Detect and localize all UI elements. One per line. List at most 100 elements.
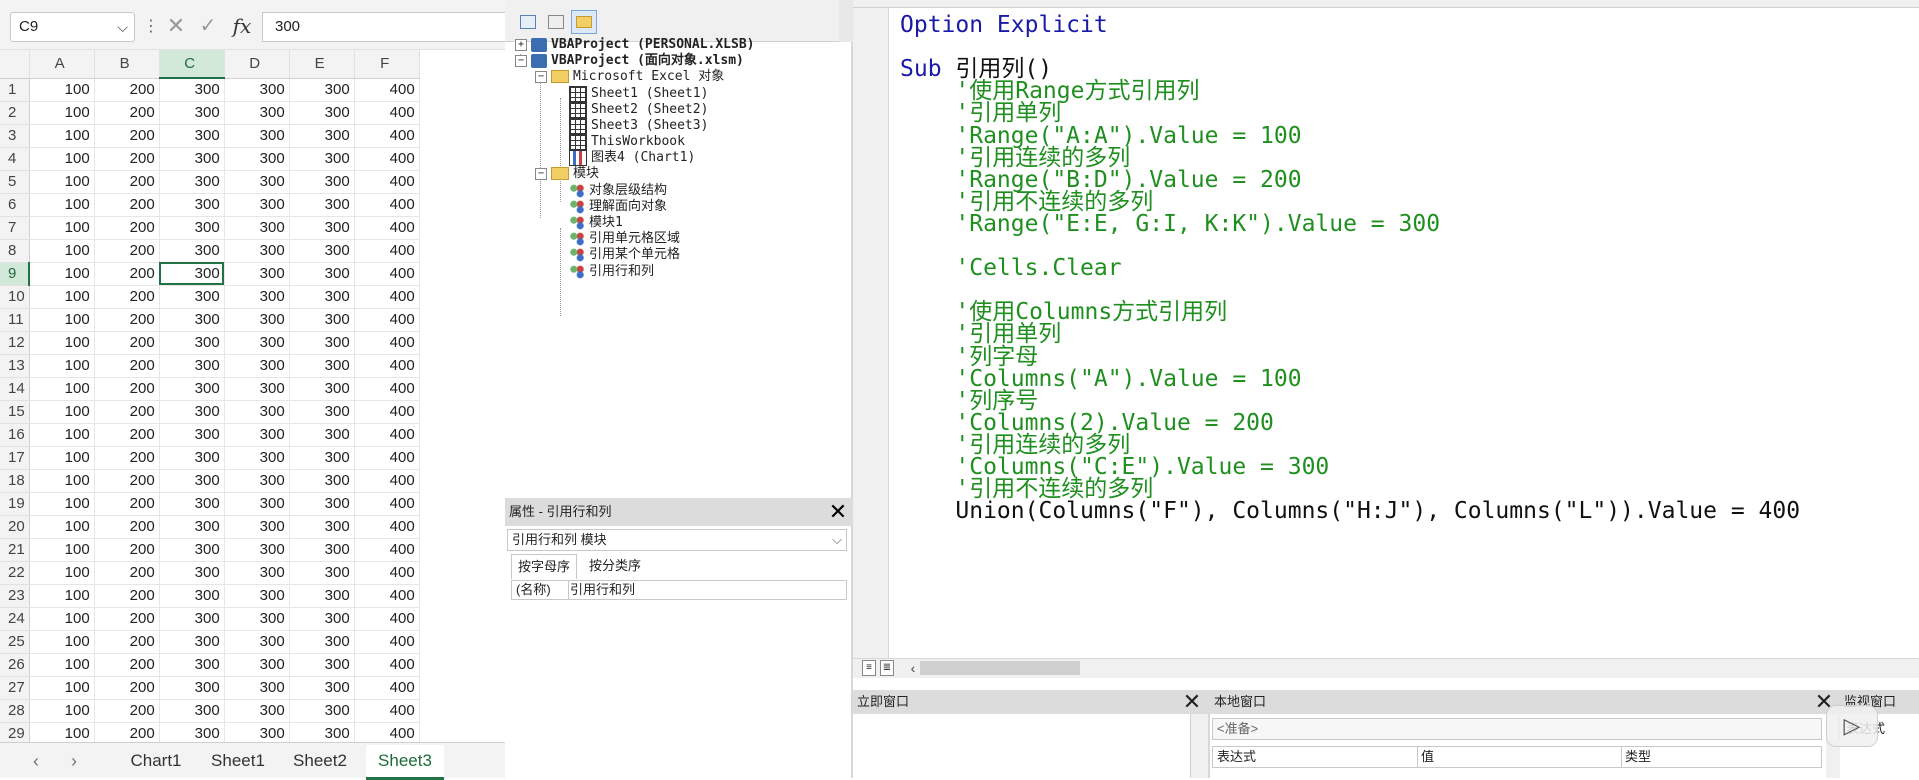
cell[interactable]: 300	[224, 124, 290, 148]
cell[interactable]: 100	[29, 446, 95, 470]
cell[interactable]: 200	[94, 400, 160, 424]
cell[interactable]: 100	[29, 676, 95, 700]
cell[interactable]: 300	[224, 446, 290, 470]
cell[interactable]: 400	[354, 147, 420, 171]
cell[interactable]: 100	[29, 308, 95, 332]
cell[interactable]: 100	[29, 262, 95, 286]
cell[interactable]: 200	[94, 239, 160, 263]
code-line[interactable]: Option Explicit	[900, 12, 1108, 39]
tab-alphabetic[interactable]: 按字母序	[511, 554, 578, 579]
row-header[interactable]: 26	[0, 653, 30, 677]
cell[interactable]: 300	[224, 193, 290, 217]
cell[interactable]: 100	[29, 124, 95, 148]
toggle-folders-icon[interactable]	[571, 10, 597, 34]
row-header[interactable]: 4	[0, 147, 30, 171]
cell[interactable]: 300	[159, 78, 225, 102]
locals-col-expression[interactable]: 表达式	[1213, 747, 1418, 767]
cell[interactable]: 100	[29, 400, 95, 424]
procedure-view-icon[interactable]: ≡	[862, 660, 876, 676]
cell[interactable]: 200	[94, 515, 160, 539]
cell[interactable]: 300	[224, 699, 290, 723]
cell[interactable]: 300	[224, 722, 290, 742]
row-header[interactable]: 17	[0, 446, 30, 470]
cell[interactable]: 300	[289, 630, 355, 654]
cell[interactable]: 200	[94, 676, 160, 700]
cell[interactable]: 200	[94, 446, 160, 470]
cell[interactable]: 200	[94, 561, 160, 585]
column-header[interactable]: B	[94, 50, 160, 79]
cell[interactable]: 300	[224, 423, 290, 447]
scroll-thumb[interactable]	[920, 661, 1080, 675]
cell[interactable]: 100	[29, 331, 95, 355]
insert-function-icon[interactable]: fx	[227, 10, 257, 42]
select-all-corner[interactable]	[0, 50, 30, 79]
cell[interactable]: 300	[224, 331, 290, 355]
sheet-tab-sheet3[interactable]: Sheet3	[366, 745, 444, 780]
code-margin[interactable]	[853, 8, 889, 658]
formula-input[interactable]: 300	[262, 12, 505, 42]
property-name-value[interactable]: 引用行和列	[570, 581, 635, 599]
cell[interactable]: 300	[289, 193, 355, 217]
view-code-icon[interactable]	[515, 10, 541, 34]
cell[interactable]: 400	[354, 561, 420, 585]
cell[interactable]: 100	[29, 354, 95, 378]
cell[interactable]: 300	[289, 561, 355, 585]
cell[interactable]: 300	[224, 101, 290, 125]
tab-categorized[interactable]: 按分类序	[583, 554, 647, 578]
cell[interactable]: 300	[159, 538, 225, 562]
cell[interactable]: 400	[354, 538, 420, 562]
collapse-icon[interactable]: −	[535, 70, 547, 83]
cell[interactable]: 300	[159, 331, 225, 355]
row-header[interactable]: 8	[0, 239, 30, 263]
row-header[interactable]: 28	[0, 699, 30, 723]
cell[interactable]: 100	[29, 653, 95, 677]
cell[interactable]: 200	[94, 377, 160, 401]
cell[interactable]: 300	[289, 653, 355, 677]
cell[interactable]: 300	[289, 124, 355, 148]
cell[interactable]: 300	[159, 607, 225, 631]
cell[interactable]: 200	[94, 124, 160, 148]
code-line[interactable]: Union(Columns("F"), Columns("H:J"), Colu…	[900, 498, 1800, 525]
cell[interactable]: 300	[224, 584, 290, 608]
cell[interactable]: 300	[224, 262, 290, 286]
sheet-tab-sheet1[interactable]: Sheet1	[202, 745, 274, 777]
cell[interactable]: 400	[354, 262, 420, 286]
cell[interactable]: 300	[224, 561, 290, 585]
cell[interactable]: 400	[354, 423, 420, 447]
cell[interactable]: 300	[224, 216, 290, 240]
cell[interactable]: 400	[354, 101, 420, 125]
row-header[interactable]: 10	[0, 285, 30, 309]
cell[interactable]: 300	[159, 423, 225, 447]
cell[interactable]: 300	[159, 239, 225, 263]
cell[interactable]: 400	[354, 446, 420, 470]
locals-col-value[interactable]: 值	[1417, 747, 1622, 767]
cell[interactable]: 300	[289, 607, 355, 631]
view-object-icon[interactable]	[543, 10, 569, 34]
row-header[interactable]: 21	[0, 538, 30, 562]
row-header[interactable]: 12	[0, 331, 30, 355]
cell[interactable]: 200	[94, 78, 160, 102]
row-header[interactable]: 18	[0, 469, 30, 493]
cell[interactable]: 300	[224, 538, 290, 562]
cell[interactable]: 200	[94, 354, 160, 378]
cell[interactable]: 100	[29, 561, 95, 585]
cell[interactable]: 400	[354, 377, 420, 401]
scroll-left-icon[interactable]: ‹	[905, 658, 921, 678]
cell[interactable]: 100	[29, 239, 95, 263]
close-icon[interactable]: ✕	[826, 500, 850, 524]
tree-item-module-active[interactable]: 引用行和列	[569, 262, 654, 282]
cell[interactable]: 400	[354, 469, 420, 493]
more-options-icon[interactable]: ⋮	[143, 14, 159, 40]
cell[interactable]: 300	[159, 584, 225, 608]
cell[interactable]: 300	[289, 676, 355, 700]
cell[interactable]: 300	[159, 354, 225, 378]
column-header[interactable]: F	[354, 50, 420, 79]
project-explorer-scrollbar[interactable]	[839, 0, 853, 42]
cell[interactable]: 300	[289, 285, 355, 309]
cell[interactable]: 300	[289, 147, 355, 171]
chevron-down-icon[interactable]: ⌵	[117, 13, 128, 41]
column-header[interactable]: E	[289, 50, 355, 79]
cell[interactable]: 300	[224, 78, 290, 102]
cell[interactable]: 400	[354, 239, 420, 263]
row-header[interactable]: 7	[0, 216, 30, 240]
